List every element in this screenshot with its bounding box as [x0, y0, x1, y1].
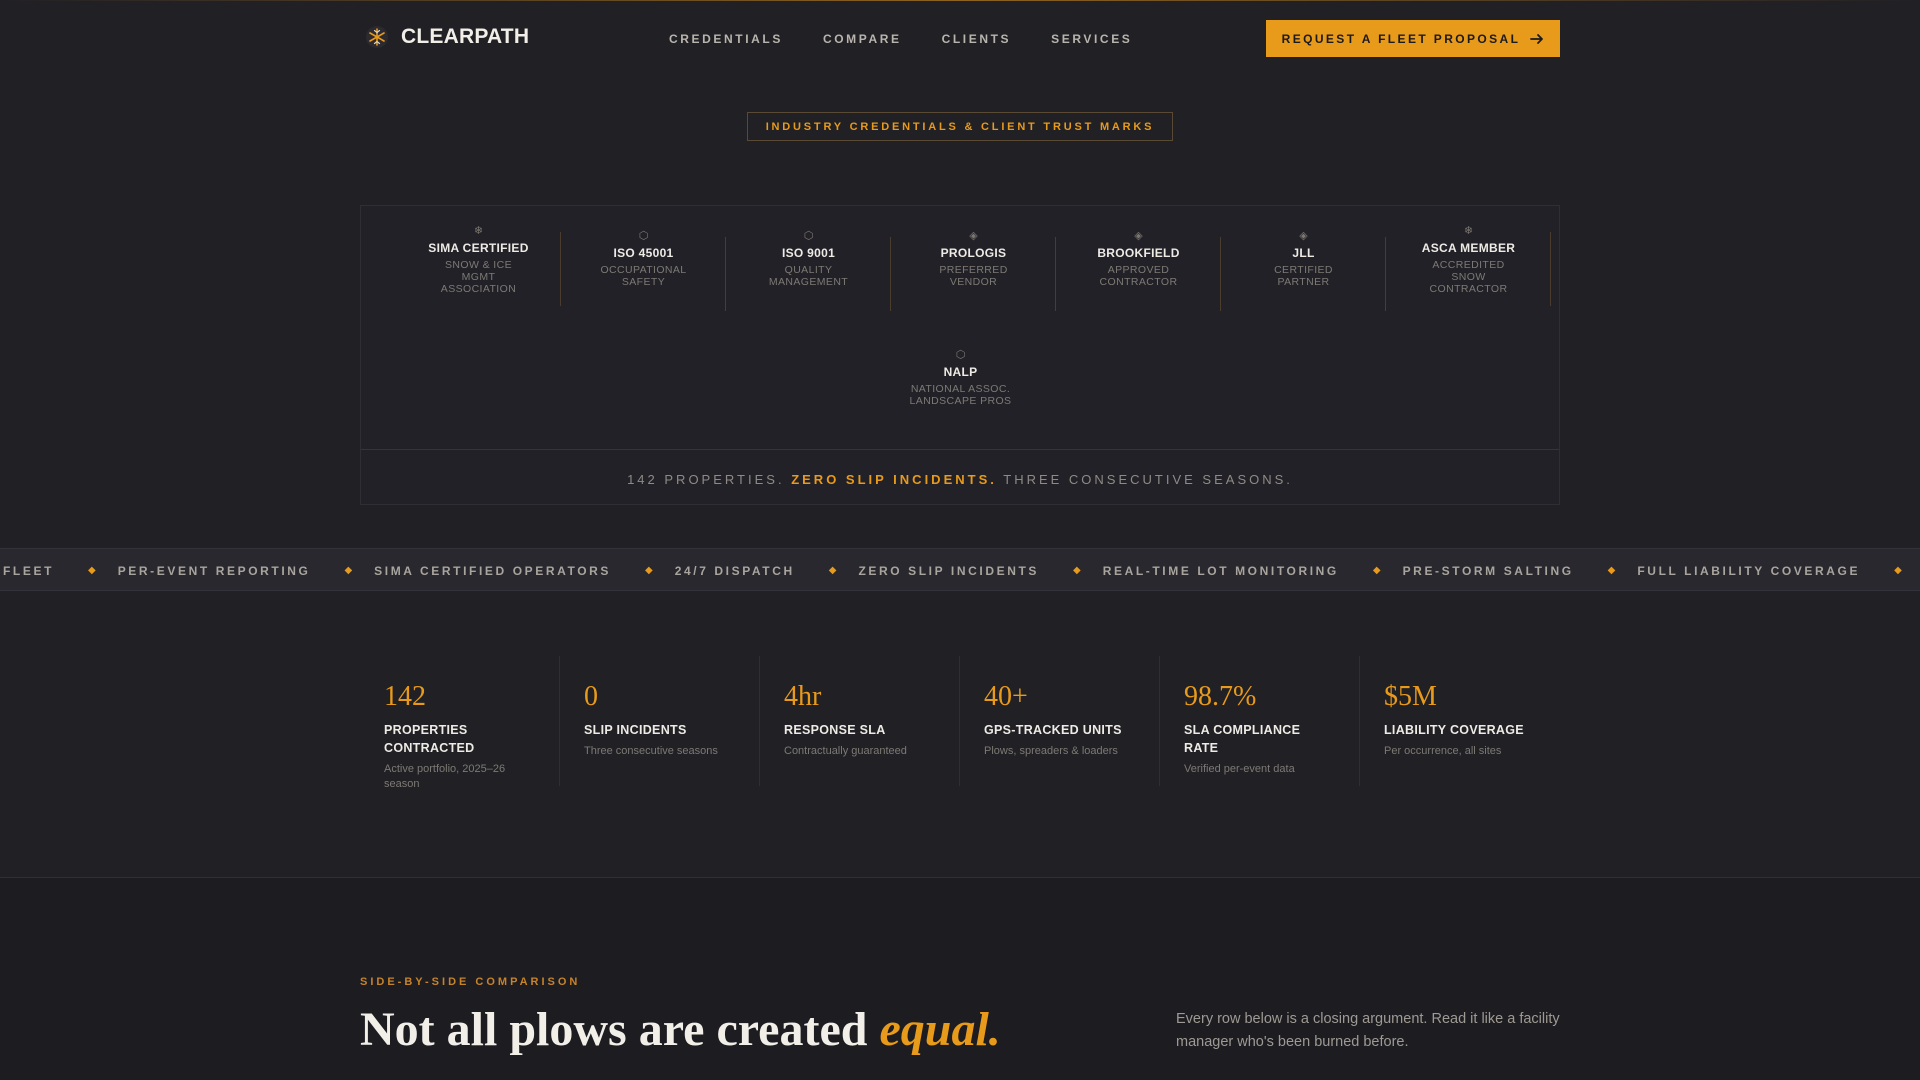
comparison-description: Every row below is a closing argument. R… — [1176, 1011, 1560, 1050]
ticker-item: SIMA CERTIFIED OPERATORS — [374, 563, 612, 578]
diamond-icon: ◈ — [969, 230, 978, 242]
stat-value: 40+ — [984, 681, 1028, 712]
credential-name: JLL — [1292, 246, 1315, 260]
top-accent-line — [0, 0, 1920, 1]
hexagon-icon: ⬡ — [955, 349, 966, 361]
nav-clients[interactable]: CLIENTS — [942, 32, 1012, 46]
credential-name: NALP — [943, 365, 978, 379]
diamond-icon: ◆ — [1372, 565, 1381, 576]
credentials-panel: ❄ SIMA CERTIFIED SNOW & ICE MGMT ASSOCIATI… — [360, 205, 1560, 505]
credential-name: ASCA MEMBER — [1421, 241, 1516, 255]
credential-iso-9001: ⬡ ISO 9001 QUALITY MANAGEMENT — [726, 229, 891, 319]
stat-sub: Verified per-event data — [1184, 763, 1295, 775]
ticker-item: FLEET — [3, 563, 54, 578]
stat-sub: Plows, spreaders & loaders — [984, 745, 1118, 757]
stat-value: 0 — [584, 681, 598, 712]
nav-compare[interactable]: COMPARE — [823, 32, 902, 46]
stats-row: 142 PROPERTIES CONTRACTED Active portfoli… — [360, 656, 1560, 790]
stat-label: GPS-TRACKED UNITS — [984, 723, 1122, 737]
stat-label: RESPONSE SLA — [784, 723, 886, 737]
request-fleet-proposal-button[interactable]: REQUEST A FLEET PROPOSAL — [1266, 20, 1560, 57]
stat-sub: Per occurrence, all sites — [1384, 745, 1502, 757]
feature-ticker: FLEET ◆ PER-EVENT REPORTING ◆ SIMA CERTI… — [0, 548, 1920, 591]
brand-logo[interactable]: CLEARPATH — [365, 25, 529, 49]
credential-name: SIMA CERTIFIED — [428, 241, 529, 255]
ticker-track: FLEET ◆ PER-EVENT REPORTING ◆ SIMA CERTI… — [3, 549, 1920, 590]
diamond-icon: ◈ — [1299, 230, 1308, 242]
diamond-icon: ◆ — [1607, 565, 1616, 576]
snowflake-logo-icon — [366, 26, 388, 48]
stat-gps-units: 40+ GPS-TRACKED UNITS Plows, spreaders &… — [960, 656, 1160, 786]
stat-sub: Active portfolio, 2025–26 season — [384, 763, 506, 790]
ticker-item: REAL-TIME LOT MONITORING — [1102, 563, 1339, 578]
hexagon-icon: ⬡ — [638, 230, 649, 242]
stat-value: 98.7% — [1184, 681, 1257, 712]
ticker-item: PRE-STORM SALTING — [1402, 563, 1574, 578]
site-header: CLEARPATH CREDENTIALS COMPARE CLIENTS SE… — [360, 20, 1560, 57]
nav-credentials[interactable]: CREDENTIALS — [669, 32, 783, 46]
credential-sima: ❄ SIMA CERTIFIED SNOW & ICE MGMT ASSOCIATI… — [396, 224, 561, 314]
credential-name: ISO 45001 — [613, 246, 674, 260]
ticker-item: FULL LIABILITY COVERAGE — [1637, 563, 1861, 578]
arrow-right-icon — [1530, 33, 1544, 44]
diamond-icon: ◆ — [344, 565, 353, 576]
credential-nalp: ⬡ NALP NATIONAL ASSOC. LANDSCAPE PROS — [878, 348, 1043, 438]
stat-response-sla: 4hr RESPONSE SLA Contractually guarantee… — [760, 656, 960, 786]
diamond-icon: ◆ — [828, 565, 837, 576]
tagline-highlight: ZERO SLIP INCIDENTS. — [791, 472, 997, 487]
ticker-item: PER-EVENT REPORTING — [117, 563, 311, 578]
diamond-icon: ◆ — [1894, 565, 1902, 576]
stat-sla-compliance: 98.7% SLA COMPLIANCE RATE Verified per-ev… — [1160, 656, 1360, 786]
diamond-icon: ◆ — [645, 565, 653, 576]
stat-label: LIABILITY COVERAGE — [1384, 723, 1524, 737]
credential-desc: QUALITY MANAGEMENT — [768, 264, 849, 288]
credential-prologis: ◈ PROLOGIS PREFERRED VENDOR — [891, 229, 1056, 319]
title-accent: equal. — [879, 1003, 1001, 1056]
credential-desc: CERTIFIED PARTNER — [1274, 264, 1333, 288]
stat-value: $5M — [1384, 681, 1437, 712]
credential-asca: ❄ ASCA MEMBER ACCREDITED SNOW CONTRACTOR — [1386, 224, 1551, 314]
hexagon-icon: ⬡ — [803, 230, 814, 242]
stat-value: 4hr — [784, 681, 822, 712]
diamond-icon: ◆ — [88, 565, 96, 576]
comparison-eyebrow: SIDE-BY-SIDE COMPARISON — [360, 976, 581, 988]
credentials-row-2: ⬡ NALP NATIONAL ASSOC. LANDSCAPE PROS — [361, 348, 1561, 418]
stat-label: SLA COMPLIANCE RATE — [1184, 723, 1301, 755]
stat-sub: Three consecutive seasons — [584, 745, 718, 757]
credential-iso-45001: ⬡ ISO 45001 OCCUPATIONAL SAFETY — [561, 229, 726, 319]
stat-label: PROPERTIES CONTRACTED — [384, 723, 475, 755]
nav-services[interactable]: SERVICES — [1051, 32, 1132, 46]
credential-desc: ACCREDITED SNOW CONTRACTOR — [1429, 259, 1508, 295]
diamond-icon: ◆ — [1073, 565, 1081, 576]
snowflake-icon: ❄ — [1463, 225, 1474, 237]
ticker-item: 24/7 DISPATCH — [674, 563, 795, 578]
credential-desc: APPROVED CONTRACTOR — [1099, 264, 1178, 288]
comparison-title: Not all plows are created equal. — [360, 1003, 1001, 1056]
credential-desc: OCCUPATIONAL SAFETY — [600, 264, 687, 288]
credential-jll: ◈ JLL CERTIFIED PARTNER — [1221, 229, 1386, 319]
stat-properties: 142 PROPERTIES CONTRACTED Active portfoli… — [360, 656, 560, 790]
snowflake-icon: ❄ — [473, 225, 484, 237]
main-nav: CREDENTIALS COMPARE CLIENTS SERVICES — [669, 32, 1172, 46]
brand-name: CLEARPATH — [401, 25, 530, 48]
credential-name: BROOKFIELD — [1097, 246, 1180, 260]
credential-desc: NATIONAL ASSOC. LANDSCAPE PROS — [909, 383, 1012, 407]
credentials-eyebrow-badge: INDUSTRY CREDENTIALS & CLIENT TRUST MARK… — [747, 112, 1173, 141]
trust-tagline: 142 PROPERTIES. ZERO SLIP INCIDENTS. THR… — [627, 472, 1293, 487]
credential-name: PROLOGIS — [940, 246, 1007, 260]
diamond-icon: ◈ — [1134, 230, 1143, 242]
stat-label: SLIP INCIDENTS — [584, 723, 687, 737]
panel-divider — [361, 449, 1559, 450]
credential-desc: PREFERRED VENDOR — [939, 264, 1008, 288]
ticker-item: ZERO SLIP INCIDENTS — [858, 563, 1039, 578]
credential-desc: SNOW & ICE MGMT ASSOCIATION — [440, 259, 517, 295]
credential-name: ISO 9001 — [781, 246, 836, 260]
cta-label: REQUEST A FLEET PROPOSAL — [1281, 31, 1521, 46]
stat-value: 142 — [384, 681, 426, 712]
credential-brookfield: ◈ BROOKFIELD APPROVED CONTRACTOR — [1056, 229, 1221, 319]
stat-slip-incidents: 0 SLIP INCIDENTS Three consecutive seaso… — [560, 656, 760, 786]
stat-sub: Contractually guaranteed — [784, 745, 907, 757]
credentials-row: ❄ SIMA CERTIFIED SNOW & ICE MGMT ASSOCIATI… — [361, 224, 1561, 314]
stat-liability: $5M LIABILITY COVERAGE Per occurrence, a… — [1360, 656, 1560, 786]
